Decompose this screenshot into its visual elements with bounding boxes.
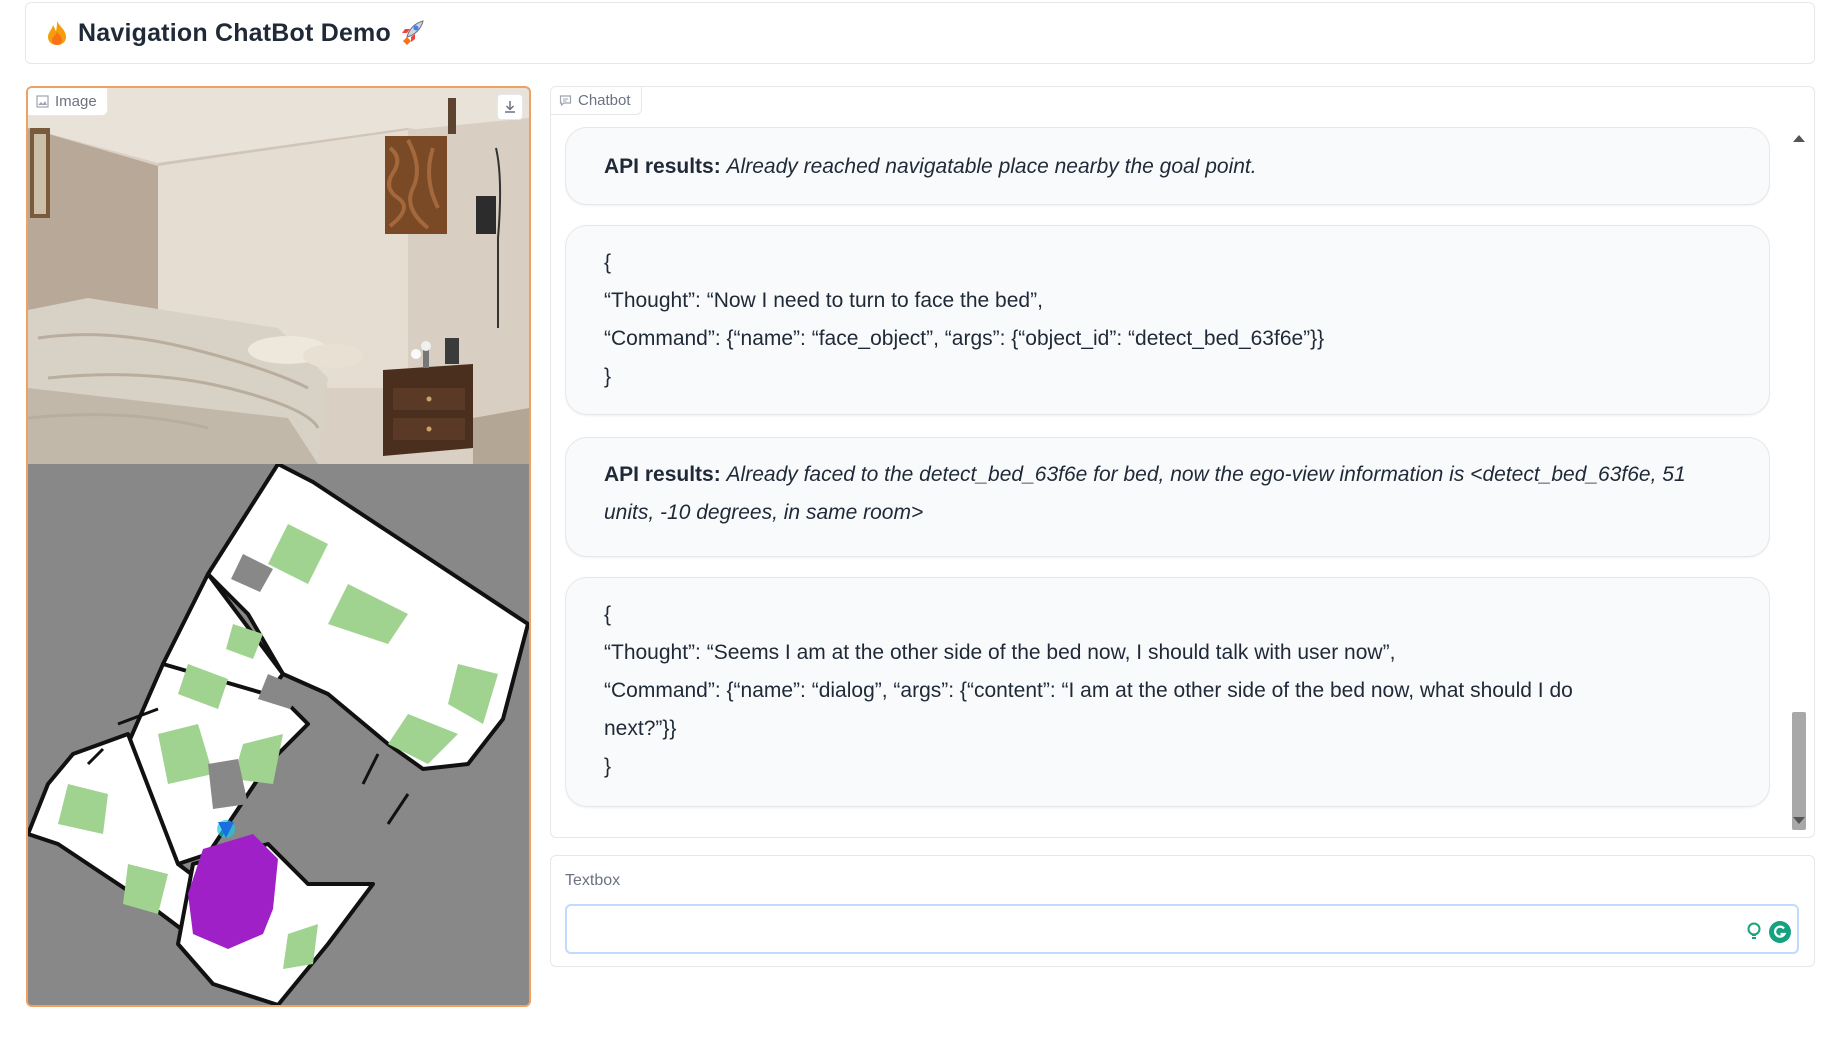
image-label: Image (28, 88, 108, 116)
download-icon (505, 101, 515, 113)
rocket-icon (401, 20, 424, 45)
chat-icon (559, 95, 572, 107)
textbox-panel: Textbox (550, 855, 1815, 967)
grammarly-icon[interactable] (1768, 920, 1792, 944)
image-icon (36, 95, 49, 108)
image-panel: Image (26, 86, 531, 1007)
textbox-label: Textbox (565, 872, 621, 889)
scroll-up-icon[interactable] (1793, 135, 1805, 142)
flame-icon (48, 21, 66, 45)
chatbot-label: Chatbot (551, 87, 642, 115)
chat-scrollbar[interactable] (1790, 127, 1808, 832)
scroll-thumb[interactable] (1792, 712, 1806, 830)
chat-message: API results: Already reached navigatable… (565, 127, 1770, 205)
chat-message: { “Thought”: “Now I need to turn to face… (565, 225, 1770, 415)
download-button[interactable] (497, 94, 523, 120)
chat-message: API results: Already faced to the detect… (565, 437, 1770, 557)
ego-view-image (28, 88, 529, 464)
chat-message: { “Thought”: “Seems I am at the other si… (565, 577, 1770, 807)
navigation-map (28, 464, 529, 1005)
chatbot-panel: Chatbot API results: Already reached nav… (550, 86, 1815, 838)
message-input[interactable] (565, 904, 1799, 954)
lightbulb-icon[interactable] (1744, 921, 1764, 943)
input-extension-icons (1744, 920, 1792, 944)
chat-messages[interactable]: API results: Already reached navigatable… (565, 127, 1770, 832)
header-bar: Navigation ChatBot Demo (25, 2, 1815, 64)
page-title: Navigation ChatBot Demo (78, 18, 391, 47)
scroll-down-icon[interactable] (1793, 817, 1805, 824)
